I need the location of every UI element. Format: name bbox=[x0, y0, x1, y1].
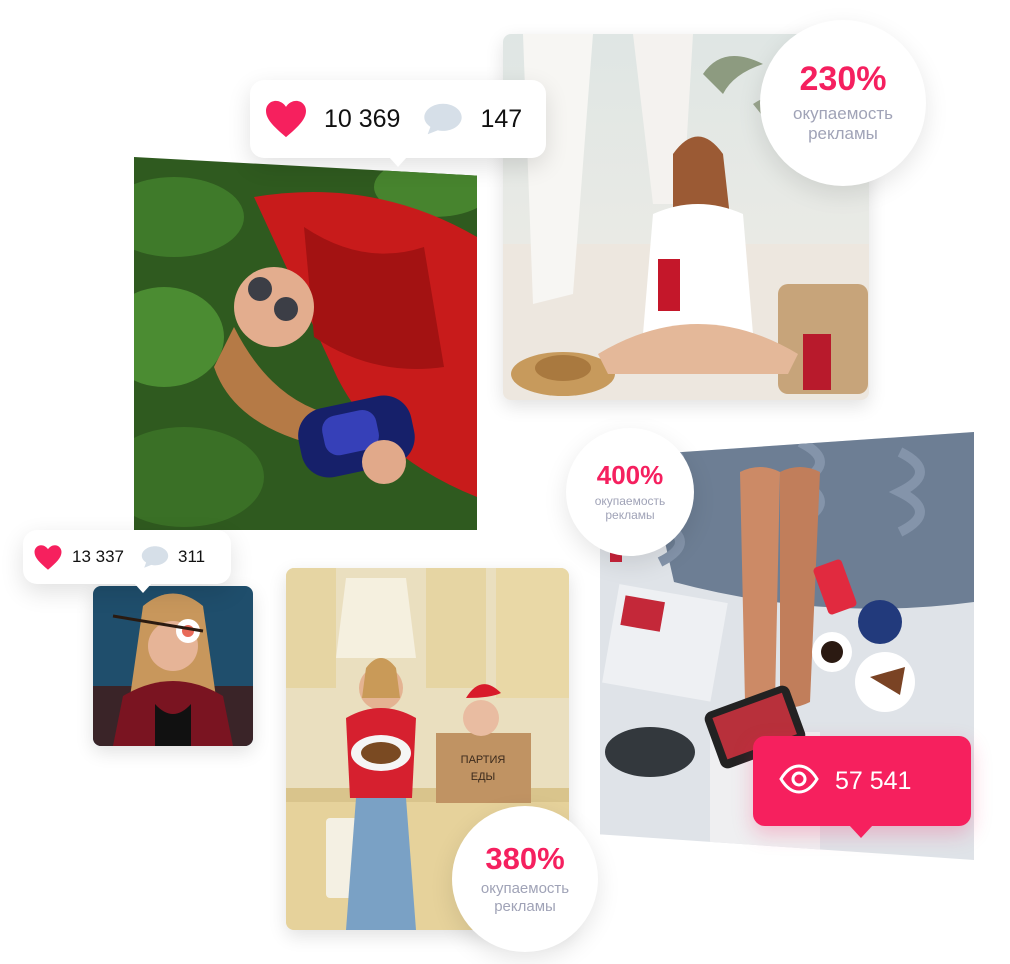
engagement-stats: 10 369 147 bbox=[250, 80, 546, 158]
heart-icon bbox=[264, 99, 308, 139]
views-counter: 57 541 bbox=[753, 736, 971, 838]
views-count: 57 541 bbox=[835, 766, 912, 795]
svg-text:ПАРТИЯ: ПАРТИЯ bbox=[461, 754, 506, 766]
likes-counter: 13 337 bbox=[33, 544, 124, 571]
eye-icon bbox=[779, 763, 819, 799]
likes-counter: 10 369 bbox=[264, 99, 400, 139]
roi-value: 400% bbox=[596, 459, 664, 490]
roi-badge: 400% окупаемость рекламы bbox=[566, 428, 694, 556]
roi-badge: 380% окупаемость рекламы bbox=[452, 806, 598, 952]
comments-counter: 147 bbox=[422, 102, 522, 136]
comment-bubble-icon bbox=[422, 102, 464, 136]
engagement-stats-small: 13 337 311 bbox=[23, 530, 231, 584]
roi-value: 230% bbox=[799, 59, 887, 98]
comments-counter: 311 bbox=[140, 545, 205, 569]
svg-text:ЕДЫ: ЕДЫ bbox=[471, 771, 496, 783]
likes-count: 13 337 bbox=[72, 547, 124, 566]
comments-count: 311 bbox=[178, 547, 206, 566]
heart-icon bbox=[33, 544, 63, 571]
roi-value: 380% bbox=[485, 840, 565, 876]
sushi-girl-photo bbox=[93, 586, 253, 746]
roi-label: окупаемость рекламы bbox=[594, 493, 666, 522]
red-shirt-girl-photo bbox=[134, 157, 477, 530]
roi-label: окупаемость рекламы bbox=[793, 103, 893, 143]
roi-badge: 230% окупаемость рекламы bbox=[760, 20, 926, 186]
comments-count: 147 bbox=[480, 104, 523, 133]
comment-bubble-icon bbox=[140, 545, 170, 569]
roi-label: окупаемость рекламы bbox=[480, 879, 570, 915]
likes-count: 10 369 bbox=[324, 104, 401, 133]
